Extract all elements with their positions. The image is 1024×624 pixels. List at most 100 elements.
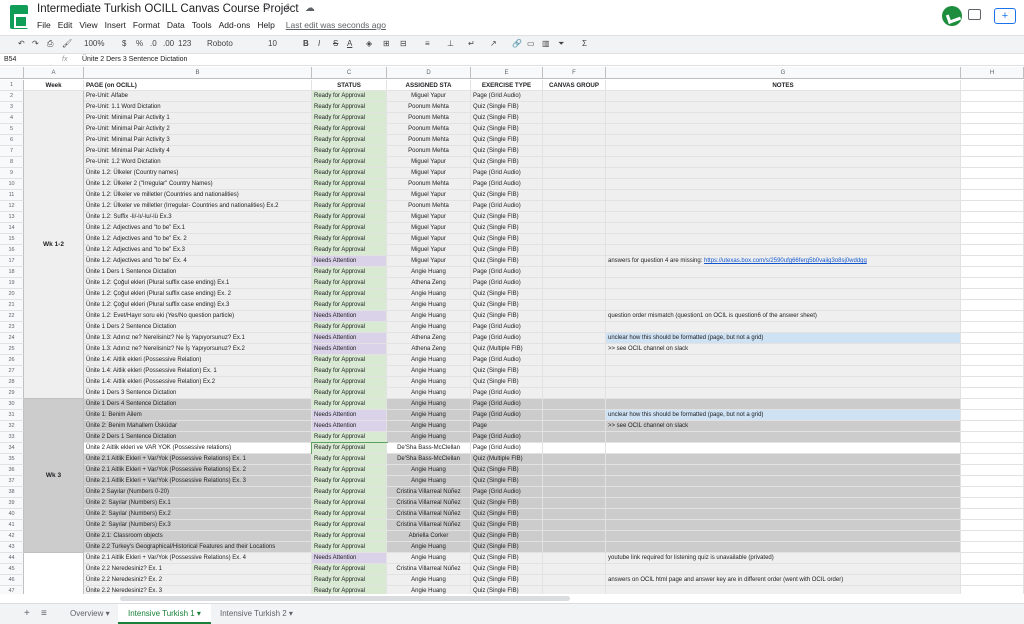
empty-cell[interactable]: [961, 564, 1024, 575]
row-number[interactable]: 46: [0, 575, 24, 586]
empty-cell[interactable]: [961, 399, 1024, 410]
notes-cell[interactable]: [606, 124, 961, 135]
row-number[interactable]: 32: [0, 421, 24, 432]
vertical-align-icon[interactable]: ⊥: [447, 39, 454, 48]
status-dropdown[interactable]: Needs Attention: [312, 344, 387, 355]
empty-cell[interactable]: [961, 509, 1024, 520]
assigned-sta-cell[interactable]: Cristina Villarreal Núñez: [387, 520, 471, 531]
row-number[interactable]: 21: [0, 300, 24, 311]
exercise-type-cell[interactable]: Quiz (Single FIB): [471, 223, 543, 234]
row-number[interactable]: 4: [0, 113, 24, 124]
notes-cell[interactable]: [606, 520, 961, 531]
week-cell[interactable]: Wk 3: [24, 399, 84, 553]
notes-cell[interactable]: [606, 113, 961, 124]
status-dropdown[interactable]: Ready for Approval: [312, 388, 387, 399]
page-cell[interactable]: Ünite 2.1: Classroom objects: [84, 531, 312, 542]
exercise-type-cell[interactable]: Page (Grid Audio): [471, 410, 543, 421]
status-dropdown[interactable]: Ready for Approval: [312, 135, 387, 146]
page-cell[interactable]: Ünite 2 Aitlik ekleri ve VAR YOK (Posses…: [84, 443, 312, 454]
row-number[interactable]: 37: [0, 476, 24, 487]
status-dropdown[interactable]: Needs Attention: [312, 410, 387, 421]
empty-cell[interactable]: [961, 377, 1024, 388]
canvas-group-cell[interactable]: [543, 432, 606, 443]
comment-history-icon[interactable]: [968, 9, 981, 20]
assigned-sta-cell[interactable]: Angie Huang: [387, 300, 471, 311]
page-cell[interactable]: Ünite 2: Sayılar (Numbers) Ex.3: [84, 520, 312, 531]
column-header-h[interactable]: H: [961, 67, 1024, 79]
status-dropdown[interactable]: Ready for Approval: [312, 509, 387, 520]
empty-cell[interactable]: [961, 553, 1024, 564]
empty-cell[interactable]: [961, 80, 1024, 91]
assigned-sta-cell[interactable]: Miguel Yapur: [387, 245, 471, 256]
column-header-d[interactable]: D: [387, 67, 471, 79]
menu-format[interactable]: Format: [133, 20, 160, 30]
status-dropdown[interactable]: Ready for Approval: [312, 201, 387, 212]
notes-cell[interactable]: answers for question 4 are missing: http…: [606, 256, 961, 267]
exercise-type-cell[interactable]: Quiz (Single FIB): [471, 157, 543, 168]
assigned-sta-cell[interactable]: Angie Huang: [387, 366, 471, 377]
page-cell[interactable]: Ünite 1 Ders 3 Sentence Dictation: [84, 388, 312, 399]
menu-tools[interactable]: Tools: [192, 20, 212, 30]
row-number[interactable]: 9: [0, 168, 24, 179]
exercise-type-cell[interactable]: Quiz (Single FIB): [471, 377, 543, 388]
canvas-group-cell[interactable]: [543, 91, 606, 102]
page-cell[interactable]: Ünite 1.2: Adjectives and "to be" Ex.3: [84, 245, 312, 256]
notes-cell[interactable]: [606, 289, 961, 300]
assigned-sta-cell[interactable]: Poonum Mehta: [387, 102, 471, 113]
page-cell[interactable]: Ünite 1.2: Adjectives and "to be" Ex. 4: [84, 256, 312, 267]
insert-chart-icon[interactable]: ▥: [542, 39, 550, 48]
column-header-a[interactable]: A: [24, 67, 84, 79]
status-dropdown[interactable]: Ready for Approval: [312, 465, 387, 476]
assigned-sta-cell[interactable]: Poonum Mehta: [387, 201, 471, 212]
exercise-type-cell[interactable]: Page: [471, 421, 543, 432]
status-dropdown[interactable]: Needs Attention: [312, 311, 387, 322]
print-icon[interactable]: ⎙: [47, 39, 53, 49]
exercise-type-cell[interactable]: Page (Grid Audio): [471, 179, 543, 190]
canvas-group-cell[interactable]: [543, 443, 606, 454]
status-dropdown[interactable]: Ready for Approval: [312, 212, 387, 223]
row-number[interactable]: 22: [0, 311, 24, 322]
sheet-tab[interactable]: Intensive Turkish 1 ▾: [118, 604, 211, 624]
assigned-sta-cell[interactable]: Angie Huang: [387, 267, 471, 278]
exercise-type-cell[interactable]: Page (Grid Audio): [471, 322, 543, 333]
page-cell[interactable]: Ünite 2: Sayılar (Numbers) Ex.1: [84, 498, 312, 509]
exercise-type-cell[interactable]: Page (Grid Audio): [471, 278, 543, 289]
empty-cell[interactable]: [961, 421, 1024, 432]
exercise-type-cell[interactable]: Quiz (Single FIB): [471, 190, 543, 201]
increase-decimal-button[interactable]: .00: [163, 39, 174, 48]
row-number[interactable]: 35: [0, 454, 24, 465]
exercise-type-cell[interactable]: Quiz (Single FIB): [471, 575, 543, 586]
exercise-type-cell[interactable]: Quiz (Single FIB): [471, 146, 543, 157]
notes-cell[interactable]: >> see OCIL channel on slack: [606, 421, 961, 432]
status-dropdown[interactable]: Ready for Approval: [312, 157, 387, 168]
assigned-sta-cell[interactable]: Miguel Yapur: [387, 256, 471, 267]
add-sheet-icon[interactable]: +: [24, 608, 30, 619]
status-dropdown[interactable]: Ready for Approval: [312, 355, 387, 366]
redo-icon[interactable]: ↷: [32, 39, 39, 48]
notes-cell[interactable]: [606, 157, 961, 168]
tab-menu-icon[interactable]: ▾: [195, 609, 201, 618]
status-dropdown[interactable]: Needs Attention: [312, 256, 387, 267]
week-cell[interactable]: Wk 1-2: [24, 91, 84, 399]
canvas-group-cell[interactable]: [543, 135, 606, 146]
menu-help[interactable]: Help: [257, 20, 274, 30]
assigned-sta-cell[interactable]: Cristina Villarreal Núñez: [387, 564, 471, 575]
status-dropdown[interactable]: Needs Attention: [312, 553, 387, 564]
assigned-sta-cell[interactable]: Angie Huang: [387, 377, 471, 388]
row-number[interactable]: 34: [0, 443, 24, 454]
assigned-sta-cell[interactable]: Poonum Mehta: [387, 179, 471, 190]
status-dropdown[interactable]: Ready for Approval: [312, 476, 387, 487]
page-cell[interactable]: Ünite 1.2: Çoğul ekleri (Plural suffix c…: [84, 278, 312, 289]
exercise-type-cell[interactable]: Quiz (Multiple FIB): [471, 454, 543, 465]
exercise-type-cell[interactable]: Quiz (Single FIB): [471, 234, 543, 245]
row-number[interactable]: 14: [0, 223, 24, 234]
currency-button[interactable]: $: [122, 39, 126, 48]
notes-cell[interactable]: [606, 223, 961, 234]
text-wrap-icon[interactable]: ↵: [468, 39, 475, 48]
status-dropdown[interactable]: Ready for Approval: [312, 454, 387, 465]
row-number[interactable]: 44: [0, 553, 24, 564]
exercise-type-cell[interactable]: Quiz (Single FIB): [471, 289, 543, 300]
notes-cell[interactable]: youtube link required for listening quiz…: [606, 553, 961, 564]
name-box[interactable]: B54: [4, 56, 44, 63]
assigned-sta-cell[interactable]: Angie Huang: [387, 311, 471, 322]
